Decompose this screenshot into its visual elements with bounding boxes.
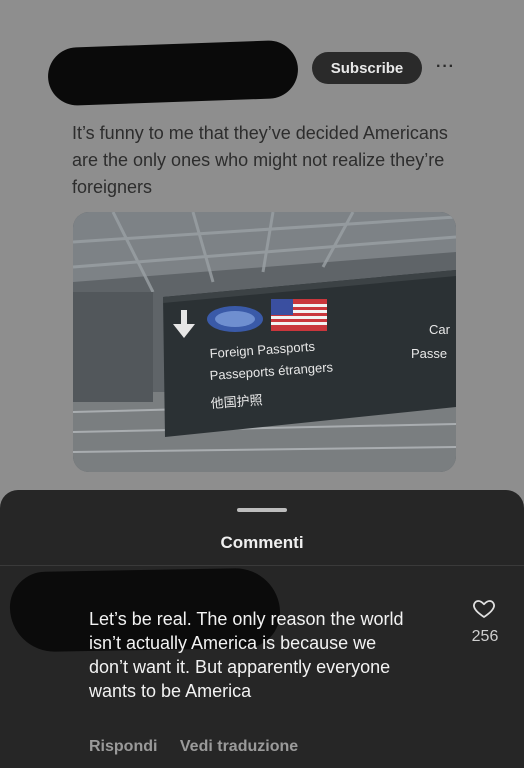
post-text: It’s funny to me that they’ve decided Am… [72, 123, 448, 197]
like-count: 256 [471, 628, 499, 645]
comment-text: Let’s be real. The only reason the world… [89, 609, 404, 701]
heart-icon[interactable] [472, 596, 496, 620]
divider [0, 565, 524, 566]
drag-handle[interactable] [237, 508, 287, 512]
author-redaction [47, 39, 299, 107]
more-options-icon[interactable]: ··· [436, 58, 455, 76]
reply-button[interactable]: Rispondi [89, 738, 157, 755]
see-translation-button[interactable]: Vedi traduzione [180, 738, 298, 755]
comment-actions: Rispondi Vedi traduzione [89, 738, 316, 756]
sheet-title: Commenti [220, 533, 304, 552]
subscribe-button[interactable]: Subscribe [312, 52, 422, 84]
comments-sheet: Commenti Let’s be real. The only reason … [0, 490, 524, 768]
sign-text-right-top: Car [429, 322, 451, 337]
airport-sign-photo: Foreign Passports Passeports étrangers 他… [73, 212, 456, 472]
sign-text-right-bottom: Passe [411, 346, 447, 361]
post-image[interactable]: Foreign Passports Passeports étrangers 他… [73, 212, 456, 472]
